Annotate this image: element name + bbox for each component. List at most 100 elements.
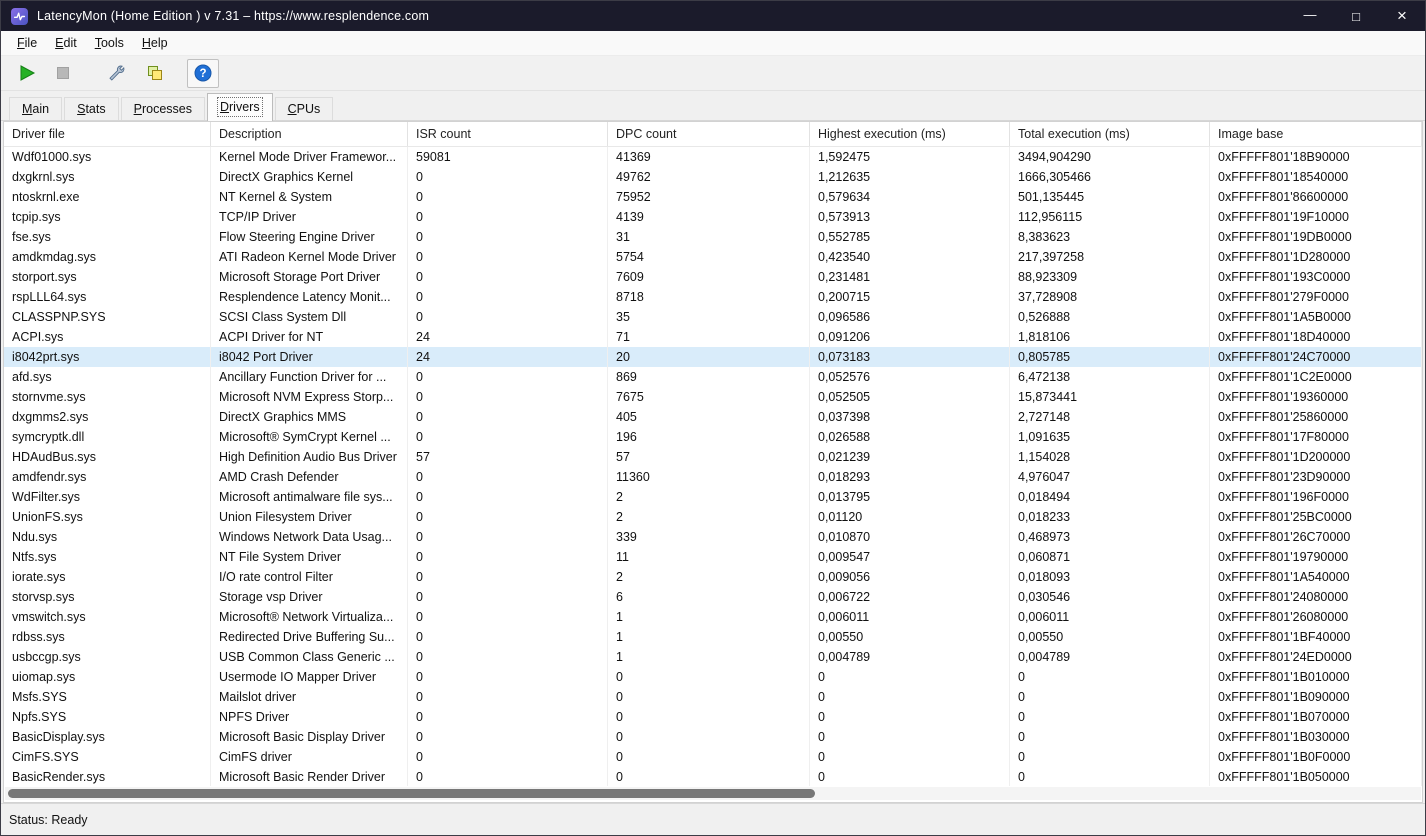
table-cell: stornvme.sys (4, 387, 211, 407)
column-header-description[interactable]: Description (211, 122, 408, 146)
table-cell: 0xFFFFF801'1A5B0000 (1210, 307, 1422, 327)
table-cell: 0 (408, 427, 608, 447)
table-cell: DirectX Graphics MMS (211, 407, 408, 427)
table-cell: Storage vsp Driver (211, 587, 408, 607)
table-row[interactable]: HDAudBus.sys High Definition Audio Bus Dr… (4, 447, 1422, 467)
table-row[interactable]: rdbss.sys Redirected Drive Buffering Su..… (4, 627, 1422, 647)
table-row[interactable]: rspLLL64.sys Resplendence Latency Monit..… (4, 287, 1422, 307)
table-row[interactable]: CimFS.SYS CimFS driver 0 0 0 0 0xFFFFF801'1B0F… (4, 747, 1422, 767)
table-row[interactable]: Ndu.sys Windows Network Data Usag... 0 339 0… (4, 527, 1422, 547)
menu-edit[interactable]: Edit (46, 33, 86, 53)
table-cell: High Definition Audio Bus Driver (211, 447, 408, 467)
table-cell: afd.sys (4, 367, 211, 387)
table-cell: Redirected Drive Buffering Su... (211, 627, 408, 647)
table-cell: 0xFFFFF801'24C70000 (1210, 347, 1422, 367)
table-row[interactable]: WdFilter.sys Microsoft antimalware file s… (4, 487, 1422, 507)
wrench-icon (109, 65, 125, 81)
table-cell: 0 (408, 767, 608, 786)
maximize-button[interactable]: □ (1333, 1, 1379, 31)
menu-file[interactable]: File (8, 33, 46, 53)
table-cell: amdfendr.sys (4, 467, 211, 487)
window-controls: — □ × (1287, 1, 1425, 31)
table-row[interactable]: storvsp.sys Storage vsp Driver 0 6 0,006722 0… (4, 587, 1422, 607)
tab-processes[interactable]: Processes (120, 97, 205, 121)
table-cell: Ancillary Function Driver for ... (211, 367, 408, 387)
table-cell: 0 (1010, 727, 1210, 747)
table-row[interactable]: CLASSPNP.SYS SCSI Class System Dll 0 35 0,09… (4, 307, 1422, 327)
table-row[interactable]: afd.sys Ancillary Function Driver for ...… (4, 367, 1422, 387)
column-header-highest-execution[interactable]: Highest execution (ms) (810, 122, 1010, 146)
table-row[interactable]: stornvme.sys Microsoft NVM Express Storp.… (4, 387, 1422, 407)
column-header-dpc-count[interactable]: DPC count (608, 122, 810, 146)
close-button[interactable]: × (1379, 1, 1425, 31)
table-cell: 0 (810, 687, 1010, 707)
table-row[interactable]: storport.sys Microsoft Storage Port Drive… (4, 267, 1422, 287)
menu-tools[interactable]: Tools (86, 33, 133, 53)
table-cell: Microsoft Basic Render Driver (211, 767, 408, 786)
minimize-button[interactable]: — (1287, 1, 1333, 31)
table-row[interactable]: ntoskrnl.exe NT Kernel & System 0 75952 0,57… (4, 187, 1422, 207)
help-icon: ? (194, 64, 212, 82)
table-cell: 0 (408, 407, 608, 427)
table-cell: 0xFFFFF801'1B050000 (1210, 767, 1422, 786)
table-row[interactable]: ACPI.sys ACPI Driver for NT 24 71 0,091206 1,… (4, 327, 1422, 347)
menu-help[interactable]: Help (133, 33, 177, 53)
table-row[interactable]: BasicRender.sys Microsoft Basic Render Dr… (4, 767, 1422, 786)
table-cell: 0 (408, 467, 608, 487)
table-row[interactable]: fse.sys Flow Steering Engine Driver 0 31 0,5… (4, 227, 1422, 247)
column-header-image-base[interactable]: Image base (1210, 122, 1422, 146)
table-cell: ATI Radeon Kernel Mode Driver (211, 247, 408, 267)
table-row[interactable]: uiomap.sys Usermode IO Mapper Driver 0 0 0 0 0… (4, 667, 1422, 687)
stop-monitor-button[interactable] (47, 59, 79, 88)
tab-stats[interactable]: Stats (64, 97, 119, 121)
tab-drivers[interactable]: Drivers (206, 93, 273, 121)
table-row[interactable]: tcpip.sys TCP/IP Driver 0 4139 0,573913 112,9… (4, 207, 1422, 227)
content-area: Driver file Description ISR count DPC co… (1, 121, 1425, 803)
table-cell: DirectX Graphics Kernel (211, 167, 408, 187)
title-bar[interactable]: LatencyMon (Home Edition ) v 7.31 – http… (1, 1, 1425, 31)
table-cell: 15,873441 (1010, 387, 1210, 407)
hscrollbar-thumb[interactable] (8, 789, 816, 798)
status-text: Status: Ready (9, 812, 88, 827)
table-row[interactable]: Msfs.SYS Mailslot driver 0 0 0 0 0xFFFFF801'1B… (4, 687, 1422, 707)
table-cell: 11360 (608, 467, 810, 487)
start-monitor-button[interactable] (11, 59, 43, 88)
column-header-total-execution[interactable]: Total execution (ms) (1010, 122, 1210, 146)
table-row[interactable]: dxgmms2.sys DirectX Graphics MMS 0 405 0,037… (4, 407, 1422, 427)
table-row[interactable]: usbccgp.sys USB Common Class Generic ... 0… (4, 647, 1422, 667)
table-cell: HDAudBus.sys (4, 447, 211, 467)
table-cell: 0 (408, 487, 608, 507)
table-row[interactable]: vmswitch.sys Microsoft® Network Virtualiz… (4, 607, 1422, 627)
horizontal-scrollbar[interactable] (5, 787, 1421, 800)
copy-report-button[interactable] (139, 59, 171, 88)
table-cell: 4139 (608, 207, 810, 227)
table-row[interactable]: iorate.sys I/O rate control Filter 0 2 0,009… (4, 567, 1422, 587)
table-row[interactable]: BasicDisplay.sys Microsoft Basic Display … (4, 727, 1422, 747)
table-row[interactable]: Npfs.SYS NPFS Driver 0 0 0 0 0xFFFFF801'1B0700… (4, 707, 1422, 727)
table-row[interactable]: dxgkrnl.sys DirectX Graphics Kernel 0 49762… (4, 167, 1422, 187)
table-cell: NT Kernel & System (211, 187, 408, 207)
table-cell: 0,010870 (810, 527, 1010, 547)
table-row[interactable]: amdkmdag.sys ATI Radeon Kernel Mode Drive… (4, 247, 1422, 267)
tab-cpus[interactable]: CPUs (274, 97, 334, 121)
table-cell: 0xFFFFF801'23D90000 (1210, 467, 1422, 487)
table-row[interactable]: Ntfs.sys NT File System Driver 0 11 0,009547… (4, 547, 1422, 567)
table-row[interactable]: symcryptk.dll Microsoft® SymCrypt Kernel … (4, 427, 1422, 447)
table-cell: 1,818106 (1010, 327, 1210, 347)
table-cell: 0xFFFFF801'17F80000 (1210, 427, 1422, 447)
status-bar: Status: Ready (1, 803, 1425, 835)
table-cell: 0,006011 (1010, 607, 1210, 627)
column-header-isr-count[interactable]: ISR count (408, 122, 608, 146)
table-row[interactable]: amdfendr.sys AMD Crash Defender 0 11360 0,01… (4, 467, 1422, 487)
help-button[interactable]: ? (187, 58, 219, 88)
table-cell: 0,231481 (810, 267, 1010, 287)
table-cell: 0xFFFFF801'196F0000 (1210, 487, 1422, 507)
tools-options-button[interactable] (101, 59, 133, 88)
table-cell: 0 (408, 687, 608, 707)
column-header-driver-file[interactable]: Driver file (4, 122, 211, 146)
table-cell: 0 (408, 607, 608, 627)
table-row[interactable]: Wdf01000.sys Kernel Mode Driver Framewor.… (4, 147, 1422, 167)
tab-main[interactable]: Main (9, 97, 63, 121)
table-row[interactable]: i8042prt.sys i8042 Port Driver 24 20 0,07318… (4, 347, 1422, 367)
table-row[interactable]: UnionFS.sys Union Filesystem Driver 0 2 0,01… (4, 507, 1422, 527)
